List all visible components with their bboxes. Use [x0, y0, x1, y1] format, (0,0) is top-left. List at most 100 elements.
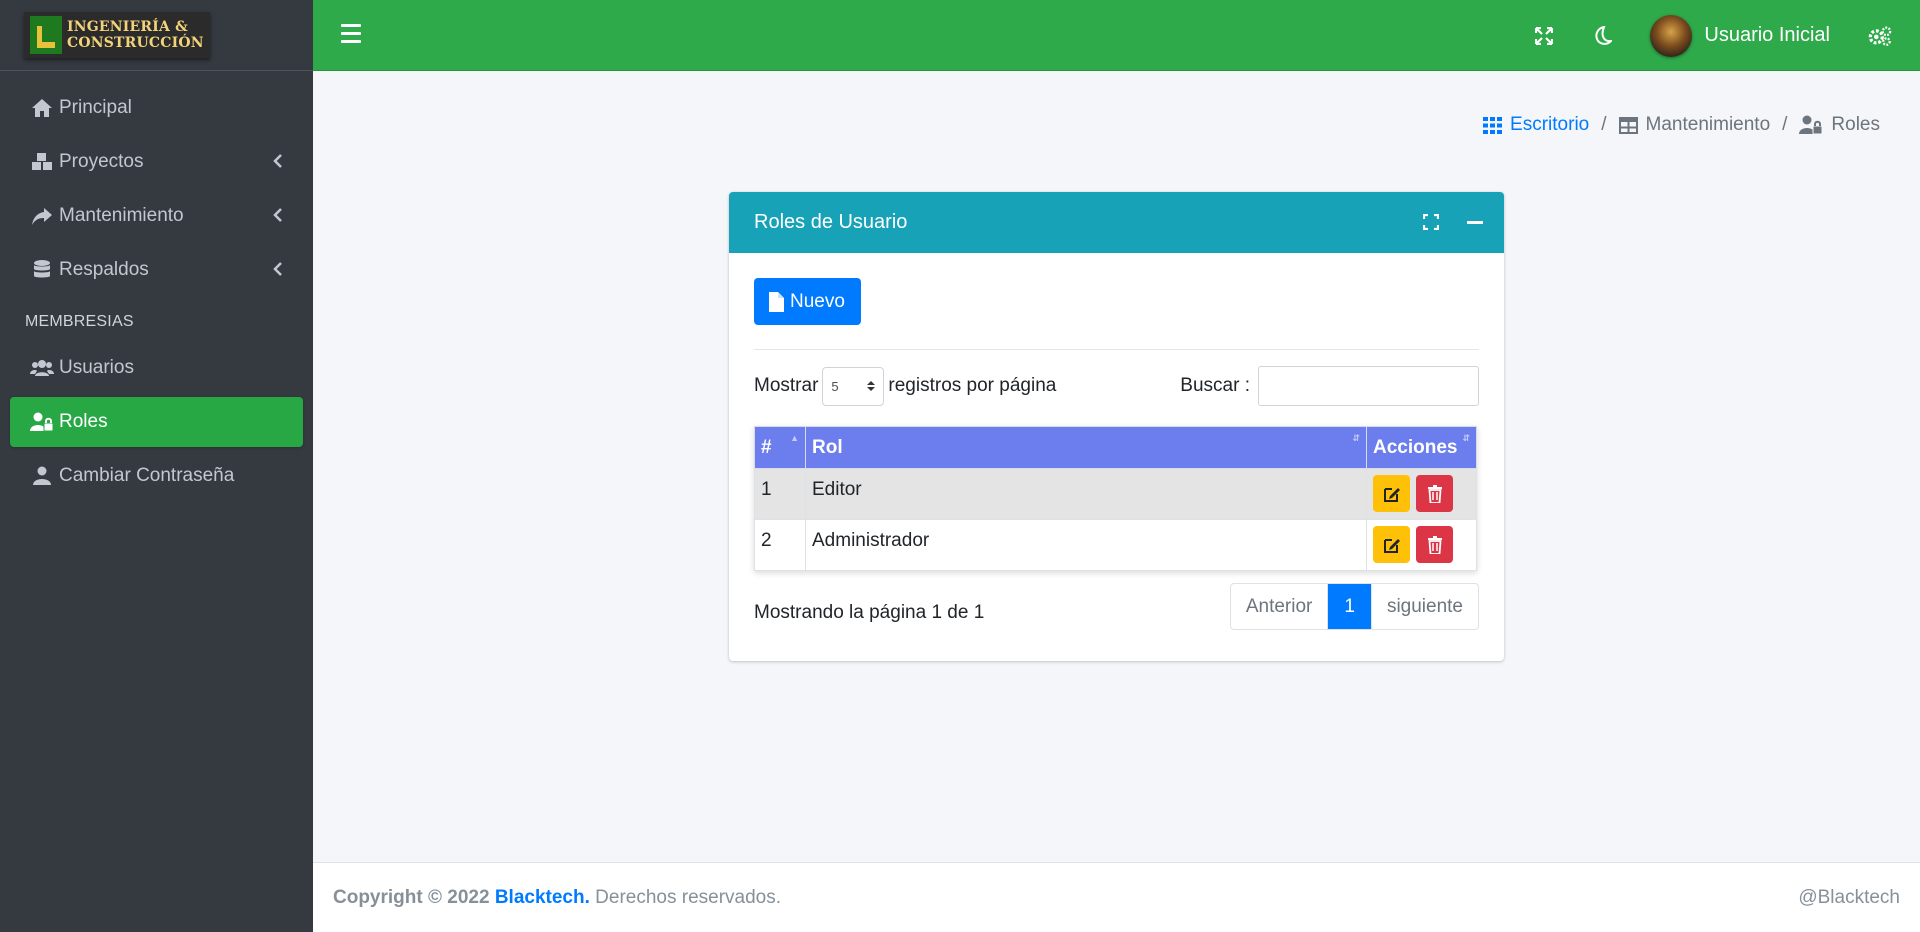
breadcrumb-separator: / [1601, 114, 1607, 135]
table-header-row: # ▲ Rol ⇵ Acciones ⇵ [754, 426, 1477, 469]
user-name: Usuario Inicial [1704, 24, 1830, 46]
edit-button[interactable] [1373, 526, 1410, 563]
chevron-left-icon [273, 208, 282, 222]
sidebar-item-cambiar-contrasena[interactable]: Cambiar Contraseña [10, 451, 303, 501]
logo-icon [30, 16, 62, 54]
breadcrumb-label: Mantenimiento [1645, 114, 1771, 135]
delete-button[interactable] [1416, 475, 1453, 512]
delete-button[interactable] [1416, 526, 1453, 563]
cell-actions [1366, 468, 1477, 520]
page-size-value: 5 [831, 378, 839, 394]
new-button-label: Nuevo [790, 290, 845, 312]
sidebar-item-label: Usuarios [59, 357, 134, 378]
sidebar-item-mantenimiento[interactable]: Mantenimiento [10, 191, 303, 241]
column-header-label: Rol [812, 436, 843, 458]
cell-role: Administrador [805, 519, 1367, 571]
sort-icon: ⇵ [1462, 433, 1470, 443]
file-icon [769, 291, 784, 312]
user-lock-icon [1799, 115, 1823, 135]
cell-number: 1 [754, 468, 806, 520]
sidebar-item-label: Principal [59, 97, 132, 118]
cell-actions [1366, 519, 1477, 571]
company-link[interactable]: Blacktech. [495, 887, 590, 908]
page-footer: Copyright © 2022 Blacktech. Derechos res… [313, 862, 1920, 932]
share-icon [30, 205, 54, 227]
database-icon [30, 259, 54, 281]
roles-table: # ▲ Rol ⇵ Acciones ⇵ 1 Editor 2 Administ… [754, 426, 1477, 571]
sidebar-item-roles[interactable]: Roles [10, 397, 303, 447]
table-controls: Mostrar 5 registros por página Buscar : [754, 366, 1479, 406]
column-header-number[interactable]: # ▲ [754, 426, 806, 469]
table-icon [1618, 116, 1638, 134]
edit-icon [1383, 538, 1400, 553]
menu-toggle-icon[interactable] [341, 24, 361, 44]
table-row: 2 Administrador [754, 519, 1477, 571]
brand-logo: INGENIERÍA & CONSTRUCCIÓN [24, 12, 210, 58]
trash-icon [1427, 484, 1442, 503]
breadcrumb-roles: Roles [1799, 114, 1880, 136]
card-header: Roles de Usuario [729, 192, 1504, 253]
pagination: Anterior 1 siguiente [1229, 583, 1479, 630]
search-control: Buscar : [1180, 366, 1479, 406]
chevron-left-icon [273, 154, 282, 168]
cell-number: 2 [754, 519, 806, 571]
sidebar-item-label: Proyectos [59, 151, 144, 172]
breadcrumb-escritorio[interactable]: Escritorio [1483, 114, 1589, 136]
divider [754, 349, 1479, 350]
fullscreen-icon[interactable] [1532, 24, 1556, 48]
chevron-left-icon [273, 262, 282, 276]
avatar [1650, 14, 1693, 57]
table-footer: Mostrando la página 1 de 1 Anterior 1 si… [754, 583, 1479, 630]
maximize-icon[interactable] [1422, 213, 1440, 231]
settings-gears-icon[interactable] [1868, 24, 1892, 48]
cubes-icon [30, 151, 54, 173]
sort-icon: ⇵ [1352, 433, 1360, 443]
brand-line2: CONSTRUCCIÓN [67, 35, 204, 51]
pagination-info: Mostrando la página 1 de 1 [754, 601, 985, 623]
pagination-page-1[interactable]: 1 [1328, 584, 1371, 629]
sidebar-item-principal[interactable]: Principal [10, 83, 303, 133]
grid-icon [1483, 116, 1503, 134]
show-label: Mostrar [754, 375, 819, 396]
home-icon [30, 97, 54, 119]
card-tools [1422, 213, 1484, 231]
trash-icon [1427, 535, 1442, 554]
pagination-next[interactable]: siguiente [1370, 584, 1478, 629]
brand-line1: INGENIERÍA & [67, 19, 188, 35]
roles-card: Roles de Usuario Nuevo Mostrar 5 registr [729, 192, 1504, 661]
sidebar-item-label: Roles [59, 411, 108, 432]
breadcrumb-mantenimiento[interactable]: Mantenimiento [1618, 114, 1771, 136]
collapse-icon[interactable] [1466, 213, 1484, 231]
search-input[interactable] [1258, 366, 1479, 406]
card-body: Nuevo Mostrar 5 registros por página Bus… [729, 253, 1504, 655]
card-title: Roles de Usuario [754, 211, 908, 233]
user-lock-icon [30, 411, 54, 433]
sort-caret-icon [867, 381, 876, 391]
edit-button[interactable] [1373, 475, 1410, 512]
sidebar: INGENIERÍA & CONSTRUCCIÓN Principal Proy… [0, 0, 313, 932]
pagination-previous[interactable]: Anterior [1231, 584, 1329, 629]
table-row: 1 Editor [754, 468, 1477, 520]
breadcrumb-separator: / [1782, 114, 1788, 135]
page-size-select[interactable]: 5 [822, 366, 885, 406]
page-size-control: Mostrar 5 registros por página [754, 366, 1057, 406]
user-menu[interactable]: Usuario Inicial [1650, 14, 1830, 57]
edit-icon [1383, 487, 1400, 502]
column-header-label: Acciones [1373, 436, 1458, 458]
sidebar-item-respaldos[interactable]: Respaldos [10, 245, 303, 295]
column-header-rol[interactable]: Rol ⇵ [805, 426, 1367, 469]
column-header-label: # [761, 436, 772, 458]
search-label: Buscar : [1180, 375, 1250, 396]
users-icon [30, 357, 54, 379]
sidebar-item-usuarios[interactable]: Usuarios [10, 343, 303, 393]
breadcrumb-label: Roles [1831, 114, 1880, 135]
column-header-acciones[interactable]: Acciones ⇵ [1366, 426, 1477, 469]
user-icon [30, 465, 54, 487]
rights-text: Derechos reservados. [595, 886, 782, 908]
new-role-button[interactable]: Nuevo [754, 278, 861, 325]
copyright: Copyright © 2022 Blacktech. Derechos res… [333, 887, 781, 909]
per-page-label: registros por página [888, 375, 1057, 396]
brand[interactable]: INGENIERÍA & CONSTRUCCIÓN [0, 0, 313, 71]
sidebar-item-proyectos[interactable]: Proyectos [10, 137, 303, 187]
moon-icon[interactable] [1590, 24, 1614, 48]
